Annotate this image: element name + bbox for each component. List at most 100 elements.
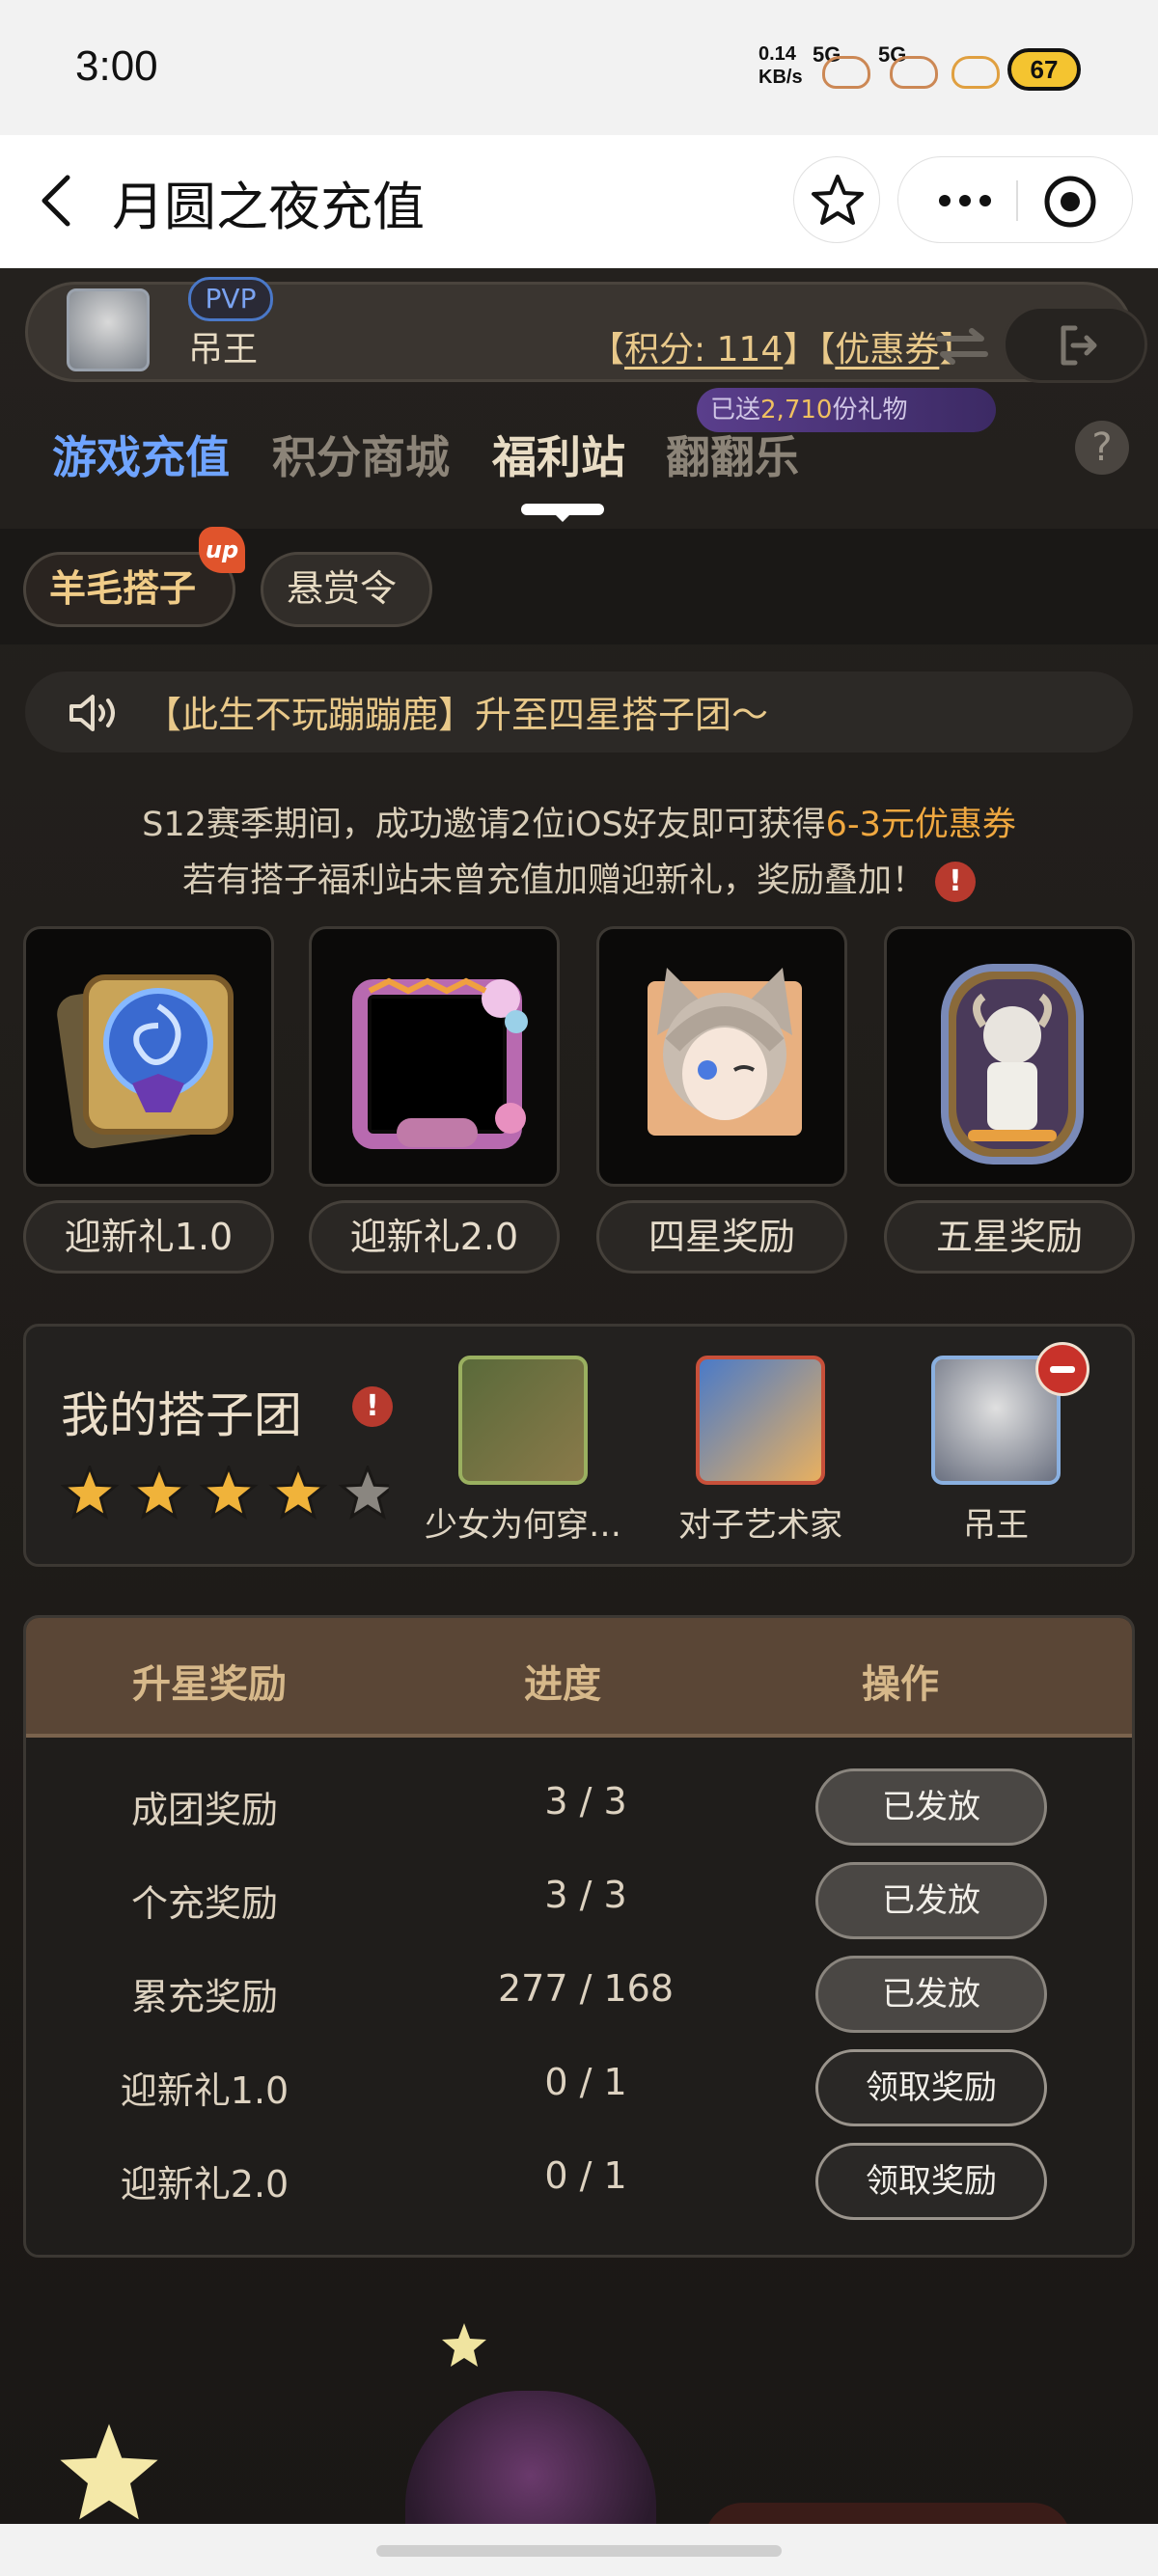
header-progress: 进度	[524, 1662, 601, 1707]
signal-1-icon	[822, 56, 870, 89]
logout-button[interactable]	[1003, 306, 1147, 383]
row-reward-name: 迎新礼1.0	[120, 2069, 290, 2112]
avatar[interactable]	[67, 288, 150, 371]
reward-card-newcomer-1[interactable]	[23, 926, 274, 1187]
up-badge: up	[199, 527, 245, 573]
row-progress: 0 / 1	[544, 2061, 627, 2103]
row-reward-name: 个充奖励	[130, 1882, 278, 1925]
more-icon[interactable]	[931, 177, 999, 225]
goat-card-icon	[941, 964, 1084, 1165]
header-action: 操作	[862, 1662, 939, 1707]
warning-icon[interactable]: !	[935, 862, 976, 902]
table-row: 迎新礼1.0 0 / 1 领取奖励	[26, 2040, 1132, 2133]
pvp-badge: PVP	[188, 277, 273, 321]
tab-game-recharge[interactable]: 游戏充值	[52, 423, 230, 486]
app-status-icon	[951, 56, 1000, 89]
gift-prefix: 已送	[710, 396, 761, 425]
star-filled-icon	[268, 1463, 328, 1521]
back-icon[interactable]	[35, 172, 83, 230]
game-area: PVP 吊王 【积分: 114】【优惠券】 游戏充值 积分商城 福利站 翻翻乐 …	[0, 268, 1158, 2576]
gift-count-badge: 已送2,710份礼物	[697, 388, 996, 432]
remove-member-icon[interactable]	[1035, 1342, 1089, 1396]
row-reward-name: 迎新礼2.0	[120, 2163, 290, 2206]
network-speed-value: 0.14	[758, 43, 796, 65]
row-progress: 277 / 168	[497, 1967, 675, 2010]
star-filled-icon	[60, 1463, 120, 1521]
star-filled-icon	[199, 1463, 259, 1521]
page-title: 月圆之夜充值	[112, 177, 425, 237]
row-progress: 3 / 3	[544, 1874, 627, 1916]
reward-label-five-star[interactable]: 五星奖励	[884, 1200, 1135, 1274]
points-display: 【积分: 114】【优惠券】	[590, 321, 974, 371]
coupon-highlight: 6-3元优惠券	[825, 806, 1016, 844]
my-team-panel: 我的搭子团 ! 少女为何穿… 对子艺术家 吊王	[23, 1324, 1135, 1567]
close-miniprogram-icon[interactable]	[1043, 175, 1097, 229]
speaker-icon	[69, 695, 115, 731]
network-speed: 0.14 KB/s	[758, 42, 803, 89]
row-action-button[interactable]: 已发放	[815, 1862, 1047, 1939]
tab-points-mall[interactable]: 积分商城	[272, 423, 450, 486]
coupon-link[interactable]: 优惠券	[835, 330, 939, 370]
swap-icon[interactable]	[933, 327, 991, 366]
row-reward-name: 累充奖励	[130, 1976, 278, 2018]
row-progress: 3 / 3	[544, 1780, 627, 1822]
team-star-rating	[60, 1463, 398, 1527]
notice-text: 【此生不玩蹦蹦鹿】升至四星搭子团～	[145, 694, 769, 736]
member-name: 吊王	[963, 1506, 1029, 1545]
team-member[interactable]: 少女为何穿…	[402, 1356, 644, 1546]
nav-bar: 月圆之夜充值	[0, 135, 1158, 268]
table-row: 个充奖励 3 / 3 已发放	[26, 1852, 1132, 1946]
table-header: 升星奖励 进度 操作	[26, 1618, 1132, 1738]
star-filled-icon	[129, 1463, 189, 1521]
team-member[interactable]: 对子艺术家	[640, 1356, 881, 1546]
decorative-star-icon	[442, 2323, 486, 2367]
star-empty-icon	[338, 1463, 398, 1521]
team-title: 我的搭子团	[61, 1387, 302, 1443]
status-bar: 3:00 0.14 KB/s 5G 5G 67	[0, 0, 1158, 135]
reward-label-four-star[interactable]: 四星奖励	[596, 1200, 847, 1274]
row-action-button[interactable]: 已发放	[815, 1768, 1047, 1846]
reward-card-four-star[interactable]	[596, 926, 847, 1187]
logout-icon	[1061, 325, 1097, 366]
row-action-button[interactable]: 已发放	[815, 1956, 1047, 2033]
team-warning-icon[interactable]: !	[352, 1386, 393, 1427]
gift-suffix: 份礼物	[832, 396, 908, 425]
tab-welfare-station[interactable]: 福利站	[492, 423, 625, 486]
status-time: 3:00	[75, 42, 158, 90]
signal-2-icon	[890, 56, 938, 89]
table-row: 迎新礼2.0 0 / 1 领取奖励	[26, 2133, 1132, 2227]
header-reward: 升星奖励	[132, 1662, 287, 1707]
avatar-frame-icon	[352, 977, 528, 1149]
reward-card-newcomer-2[interactable]	[309, 926, 560, 1187]
miniprogram-capsule	[897, 156, 1133, 243]
battery-indicator: 67	[1007, 48, 1081, 91]
table-row: 成团奖励 3 / 3 已发放	[26, 1759, 1132, 1852]
card-pack-icon	[57, 974, 234, 1149]
favorite-button[interactable]	[793, 156, 880, 243]
points-link[interactable]: 积分: 114	[624, 330, 783, 370]
row-reward-name: 成团奖励	[130, 1789, 278, 1831]
star-icon	[812, 175, 864, 225]
bonus-info: 若有搭子福利站未曾充值加赠迎新礼，奖励叠加！!	[0, 853, 1158, 902]
reward-label-newcomer-1[interactable]: 迎新礼1.0	[23, 1200, 274, 1274]
active-tab-indicator	[521, 504, 604, 522]
capsule-divider	[1016, 180, 1018, 221]
member-name: 对子艺术家	[678, 1506, 842, 1545]
catgirl-avatar-icon	[648, 968, 802, 1136]
bonus-info-text: 若有搭子福利站未曾充值加赠迎新礼，奖励叠加！	[181, 862, 925, 900]
network-speed-unit: KB/s	[758, 67, 803, 88]
row-progress: 0 / 1	[544, 2154, 627, 2197]
row-action-button[interactable]: 领取奖励	[815, 2143, 1047, 2220]
subtab-bounty[interactable]: 悬赏令	[261, 552, 432, 627]
row-action-button[interactable]: 领取奖励	[815, 2049, 1047, 2126]
home-indicator[interactable]	[376, 2545, 782, 2557]
star-reward-table: 升星奖励 进度 操作 成团奖励 3 / 3 已发放 个充奖励 3 / 3 已发放…	[23, 1615, 1135, 2258]
gift-count: 2,710	[760, 396, 833, 425]
reward-card-five-star[interactable]	[884, 926, 1135, 1187]
user-bar: PVP 吊王 【积分: 114】【优惠券】	[25, 277, 1147, 383]
reward-label-newcomer-2[interactable]: 迎新礼2.0	[309, 1200, 560, 1274]
help-icon[interactable]: ?	[1075, 421, 1129, 475]
user-name: 吊王	[188, 330, 259, 370]
member-avatar	[458, 1356, 588, 1485]
invite-info-text: S12赛季期间，成功邀请2位iOS好友即可获得	[142, 806, 826, 844]
